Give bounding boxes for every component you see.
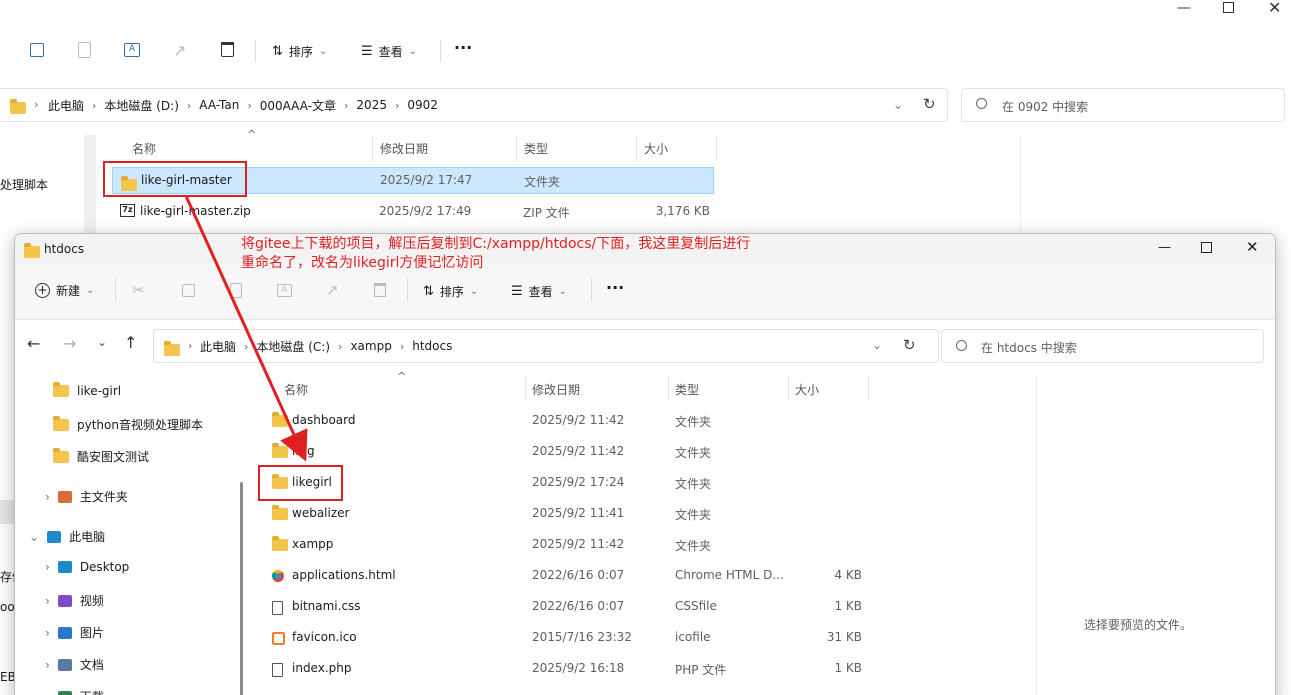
annotation-arrow xyxy=(184,195,308,462)
